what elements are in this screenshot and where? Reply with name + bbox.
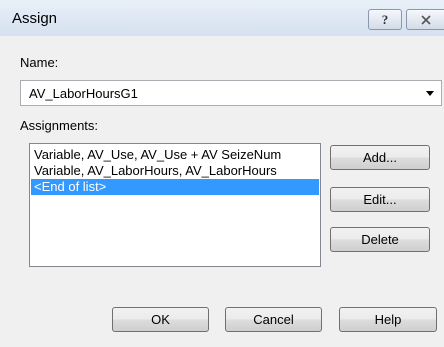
name-combobox[interactable]: AV_LaborHoursG1 (20, 80, 442, 106)
name-combobox-value: AV_LaborHoursG1 (29, 86, 138, 101)
assignments-label: Assignments: (20, 118, 99, 133)
dropdown-arrow-icon[interactable] (423, 87, 437, 101)
ok-button[interactable]: OK (112, 307, 209, 332)
title-bar[interactable]: Assign ? (0, 0, 444, 36)
title-close-button[interactable] (406, 9, 444, 30)
edit-button[interactable]: Edit... (330, 187, 430, 212)
cancel-button[interactable]: Cancel (225, 307, 322, 332)
add-button[interactable]: Add... (330, 145, 430, 170)
assignments-listbox[interactable]: Variable, AV_Use, AV_Use + AV SeizeNum V… (29, 143, 321, 267)
help-icon: ? (381, 11, 389, 27)
name-label: Name: (20, 55, 59, 70)
help-button[interactable]: Help (339, 307, 437, 332)
close-icon (420, 14, 431, 25)
title-help-button[interactable]: ? (368, 9, 402, 30)
list-item-end-of-list[interactable]: <End of list> (31, 179, 319, 195)
window-title: Assign (12, 10, 58, 27)
list-item[interactable]: Variable, AV_Use, AV_Use + AV SeizeNum (31, 147, 319, 163)
delete-button[interactable]: Delete (330, 227, 430, 252)
assign-dialog: Assign ? Name: AV_LaborHoursG1 Assignmen… (0, 0, 444, 347)
list-item[interactable]: Variable, AV_LaborHours, AV_LaborHours (31, 163, 319, 179)
